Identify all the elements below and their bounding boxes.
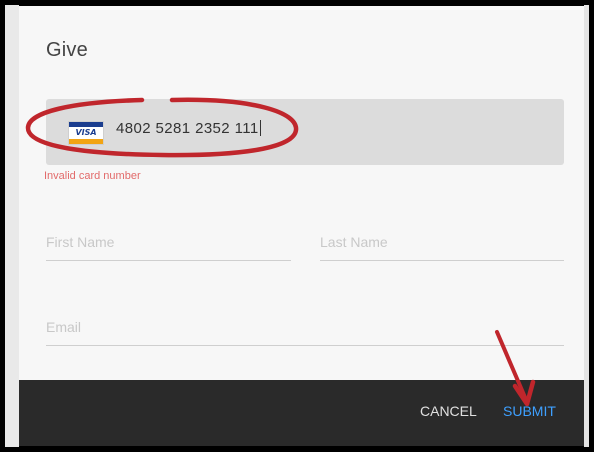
card-number-field[interactable]: VISA 4802 5281 2352 111 — [46, 99, 564, 165]
cancel-button[interactable]: CANCEL — [420, 403, 477, 419]
submit-button[interactable]: SUBMIT — [503, 403, 556, 419]
backdrop-left — [5, 5, 19, 447]
card-number-input[interactable]: 4802 5281 2352 111 — [116, 120, 261, 137]
last-name-input[interactable] — [320, 230, 564, 250]
dialog-title: Give — [46, 39, 88, 61]
email-input[interactable] — [46, 315, 564, 335]
first-name-field[interactable] — [46, 230, 291, 261]
card-error-message: Invalid card number — [44, 170, 141, 182]
email-field[interactable] — [46, 315, 564, 346]
give-dialog: Give VISA 4802 5281 2352 111 Invalid car… — [19, 6, 584, 446]
visa-logo-text: VISA — [75, 128, 97, 137]
card-number-value: 4802 5281 2352 111 — [116, 120, 259, 137]
backdrop-right — [584, 5, 589, 447]
dialog-footer: CANCEL SUBMIT — [19, 380, 584, 446]
visa-card-icon: VISA — [68, 121, 104, 145]
first-name-input[interactable] — [46, 230, 291, 250]
last-name-field[interactable] — [320, 230, 564, 261]
text-cursor — [259, 120, 261, 136]
